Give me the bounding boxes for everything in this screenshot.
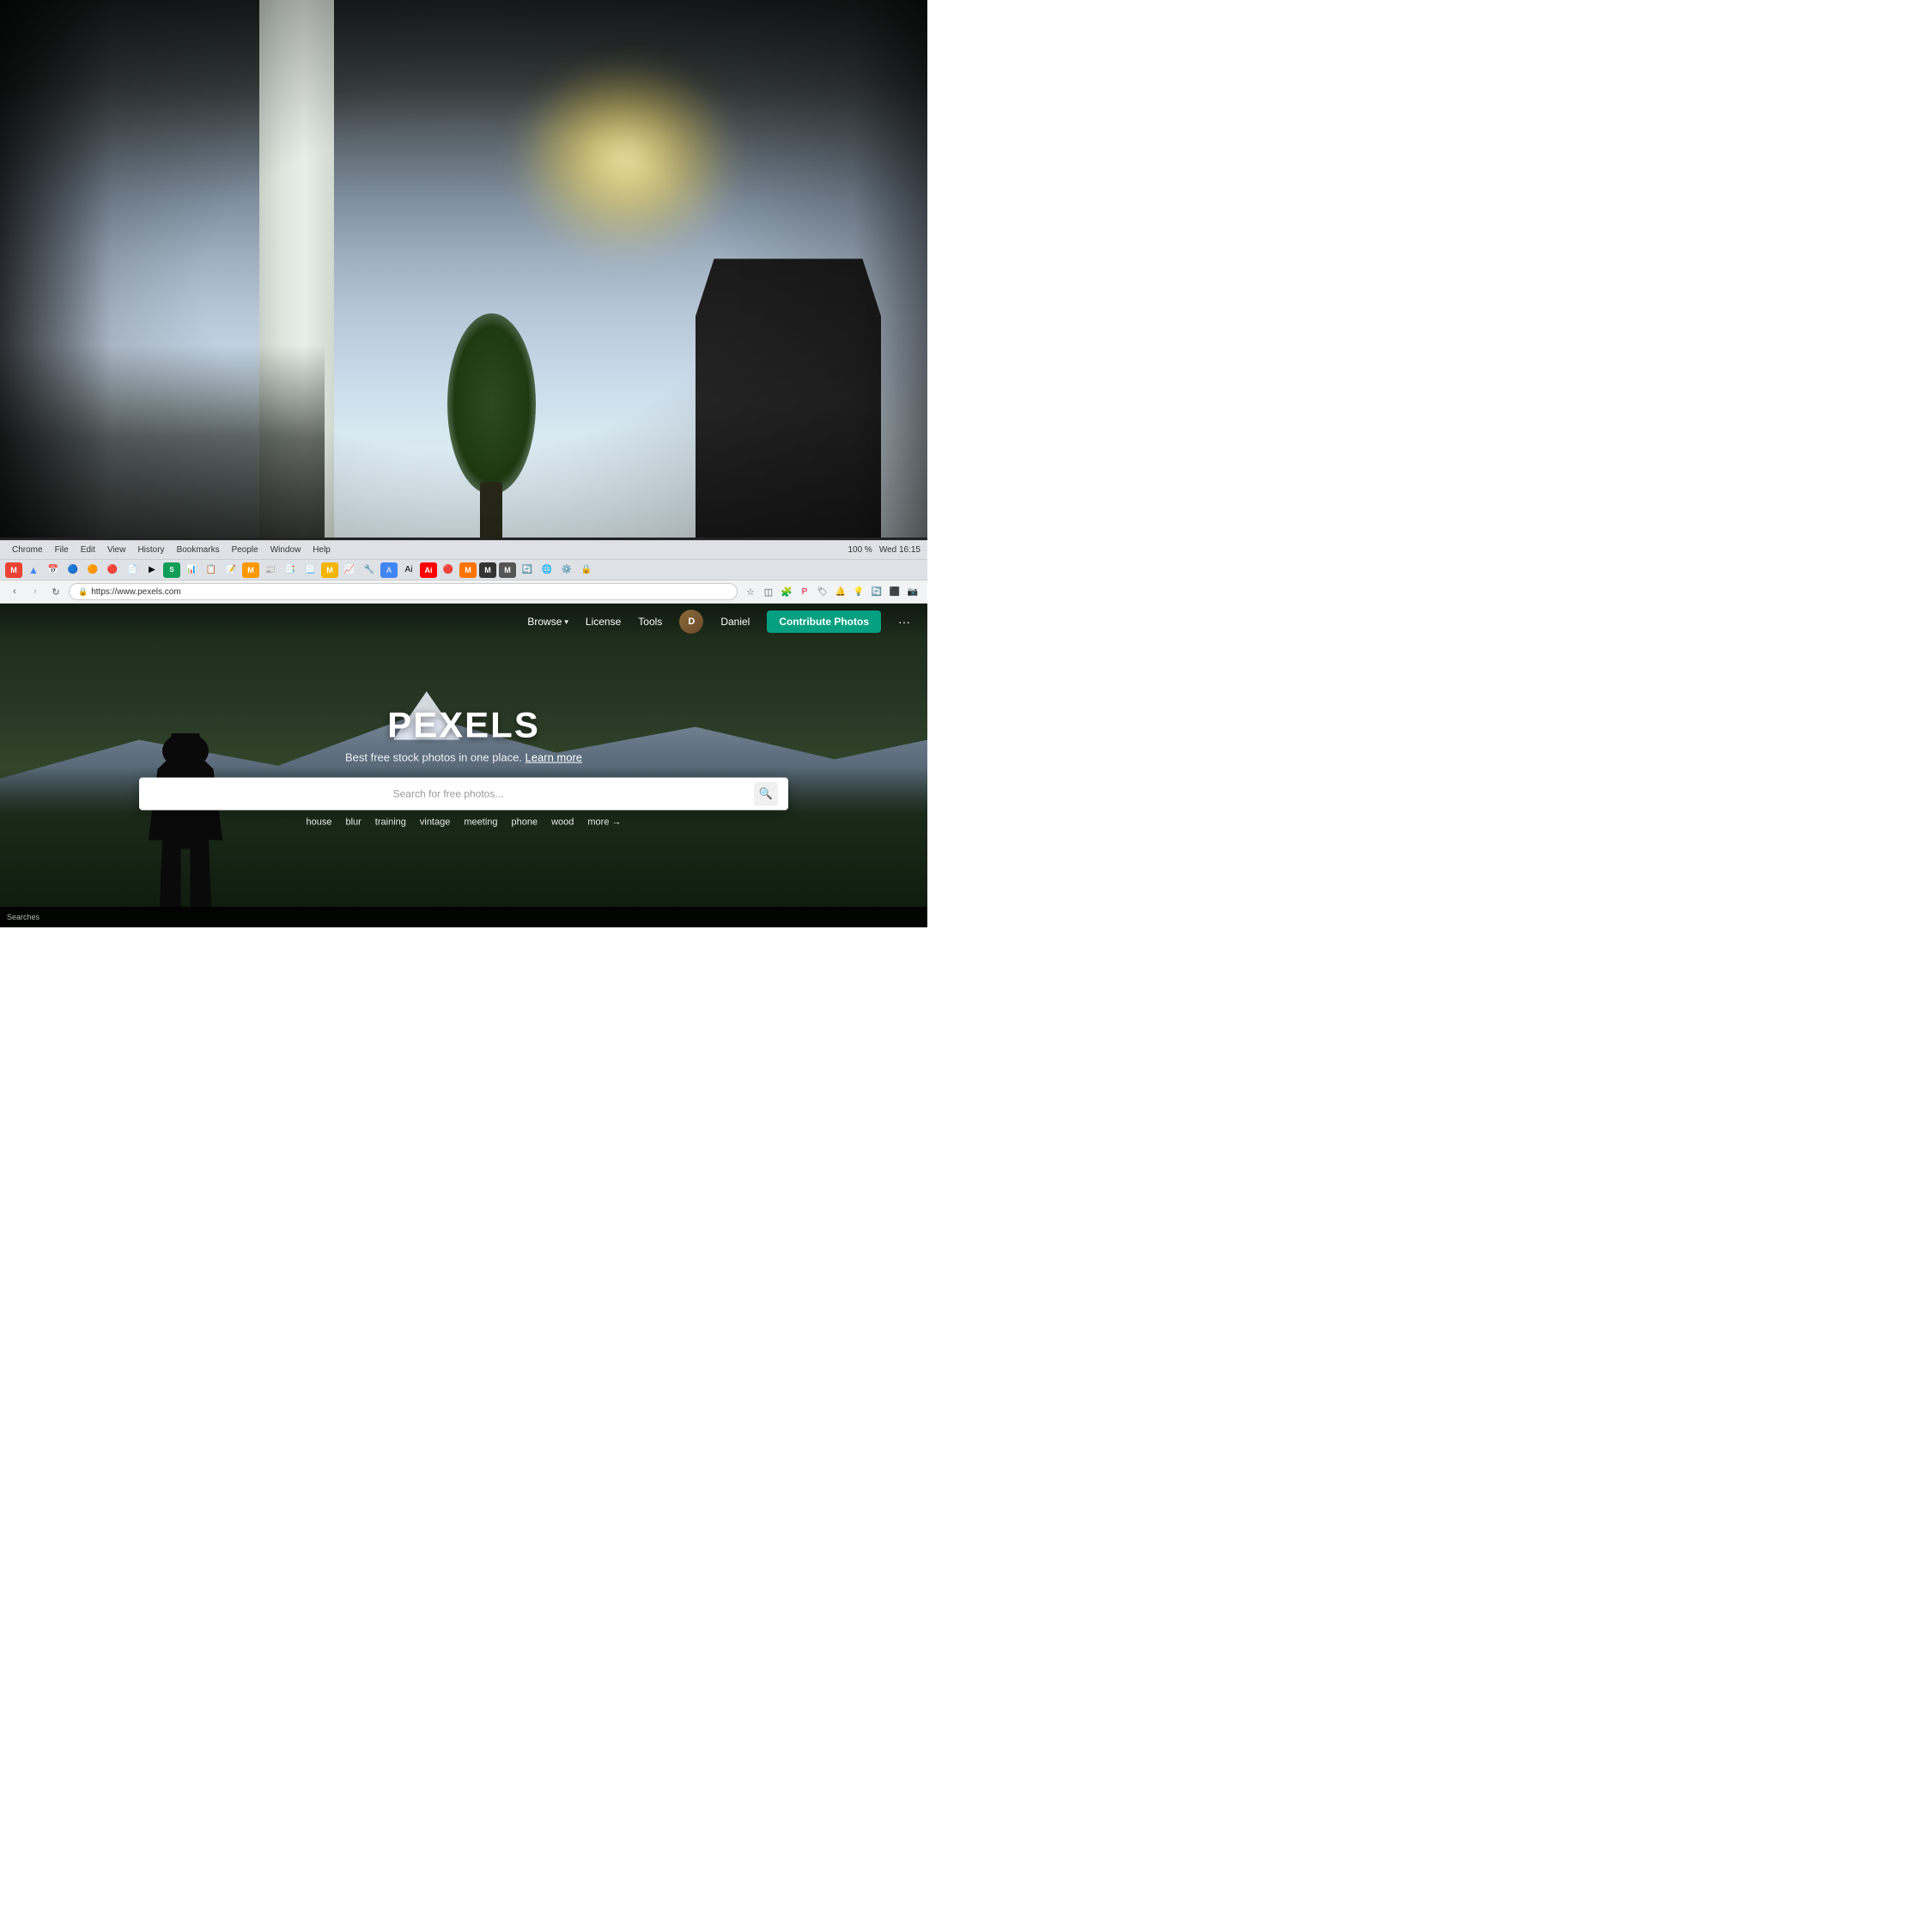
search-tag-training[interactable]: training xyxy=(375,817,406,827)
sunlight-glow xyxy=(510,58,742,258)
menu-edit[interactable]: Edit xyxy=(76,544,100,556)
ext-icon-27[interactable]: 🔒 xyxy=(578,562,595,578)
ext-icon-23[interactable]: M xyxy=(499,562,516,578)
contribute-photos-button[interactable]: Contribute Photos xyxy=(767,611,881,633)
ext-addr-5[interactable]: ⬛ xyxy=(887,584,902,599)
ext-icon-1[interactable]: 🔵 xyxy=(64,562,82,578)
address-text: https://www.pexels.com xyxy=(91,587,180,597)
ext-icon-11[interactable]: 📰 xyxy=(262,562,279,578)
system-icons-bar: M ▲ 📅 🔵 🟠 🔴 📄 ▶ S 📊 📋 📝 M 📰 📑 📃 M 📈 🔧 A … xyxy=(0,559,927,580)
search-tag-house[interactable]: house xyxy=(306,817,331,827)
search-tag-meeting[interactable]: meeting xyxy=(464,817,497,827)
pexels-logo: PEXELS xyxy=(139,704,788,745)
menu-chrome[interactable]: Chrome xyxy=(7,544,48,556)
ext-icon-10[interactable]: M xyxy=(242,562,259,578)
pexels-content: Browse License Tools D Daniel Contribute… xyxy=(0,604,927,927)
search-submit-button[interactable]: 🔍 xyxy=(754,781,778,805)
menu-file[interactable]: File xyxy=(50,544,74,556)
ext-icon-6[interactable]: S xyxy=(163,562,180,578)
bottom-bar-text: Searches xyxy=(7,913,39,921)
plant-decoration xyxy=(436,288,548,546)
user-avatar[interactable]: D xyxy=(679,610,703,634)
menu-view[interactable]: View xyxy=(102,544,131,556)
macos-menu-bar: Chrome File Edit View History Bookmarks … xyxy=(0,540,927,559)
ext-icon-3[interactable]: 🔴 xyxy=(104,562,121,578)
ext-addr-2[interactable]: 🔔 xyxy=(833,584,848,599)
hero-subtitle: Best free stock photos in one place. Lea… xyxy=(139,750,788,763)
ext-icon-20[interactable]: 🔴 xyxy=(440,562,457,578)
search-tag-blur[interactable]: blur xyxy=(345,817,361,827)
search-tag-wood[interactable]: wood xyxy=(551,817,574,827)
ext-icon-17[interactable]: A xyxy=(380,562,398,578)
back-button[interactable]: ‹ xyxy=(7,584,22,599)
address-right-icons: ☆ ◫ 🧩 P 🏷 🔔 💡 🔄 ⬛ 📷 xyxy=(743,584,920,599)
forward-button[interactable]: › xyxy=(27,584,43,599)
ext-icon-19[interactable]: Ai xyxy=(420,562,437,578)
pexels-navbar: Browse License Tools D Daniel Contribute… xyxy=(0,604,927,640)
bookmark-icon[interactable]: ☆ xyxy=(743,584,758,599)
menu-bookmarks[interactable]: Bookmarks xyxy=(172,544,225,556)
pinterest-icon[interactable]: P xyxy=(797,584,812,599)
gmail-icon[interactable]: M xyxy=(5,562,22,578)
bottom-bar: Searches xyxy=(0,907,927,927)
ext-icon-8[interactable]: 📋 xyxy=(203,562,220,578)
menu-status-area: 100 % Wed 16:15 xyxy=(848,545,920,555)
address-input[interactable]: 🔒 https://www.pexels.com xyxy=(69,583,738,600)
menu-people[interactable]: People xyxy=(227,544,264,556)
menu-history[interactable]: History xyxy=(132,544,169,556)
license-nav-link[interactable]: License xyxy=(586,616,621,628)
learn-more-link[interactable]: Learn more xyxy=(526,750,582,763)
ext-icon-5[interactable]: ▶ xyxy=(143,562,161,578)
nav-username: Daniel xyxy=(720,616,750,628)
search-tag-vintage[interactable]: vintage xyxy=(420,817,450,827)
datetime: Wed 16:15 xyxy=(879,545,920,555)
calendar-icon[interactable]: 📅 xyxy=(45,562,62,578)
ext-icon-18[interactable]: Ai xyxy=(400,562,417,578)
tools-nav-link[interactable]: Tools xyxy=(638,616,662,628)
browse-nav-link[interactable]: Browse xyxy=(527,616,568,628)
monitor-bezel: Chrome File Edit View History Bookmarks … xyxy=(0,538,927,927)
ext-icon-12[interactable]: 📑 xyxy=(282,562,299,578)
menu-help[interactable]: Help xyxy=(307,544,336,556)
ext-icon-26[interactable]: ⚙️ xyxy=(558,562,575,578)
ext-icon-21[interactable]: M xyxy=(459,562,477,578)
ext-icon-2[interactable]: 🟠 xyxy=(84,562,101,578)
secure-icon: 🔒 xyxy=(78,587,88,597)
ext-icon-7[interactable]: 📊 xyxy=(183,562,200,578)
ext-icon-22[interactable]: M xyxy=(479,562,496,578)
drive-icon[interactable]: ▲ xyxy=(25,562,42,578)
hero-content: PEXELS Best free stock photos in one pla… xyxy=(139,704,788,827)
address-bar-row: ‹ › ↻ 🔒 https://www.pexels.com ☆ ◫ 🧩 P 🏷… xyxy=(0,580,927,604)
refresh-button[interactable]: ↻ xyxy=(48,584,64,599)
search-tags: house blur training vintage meeting phon… xyxy=(139,817,788,827)
battery-percent: 100 % xyxy=(848,545,872,555)
ext-addr-3[interactable]: 💡 xyxy=(851,584,866,599)
menu-window[interactable]: Window xyxy=(265,544,307,556)
ext-icon-4[interactable]: 📄 xyxy=(124,562,141,578)
search-placeholder: Search for free photos... xyxy=(149,787,747,799)
search-bar[interactable]: Search for free photos... 🔍 xyxy=(139,777,788,810)
monitor-wrapper: Chrome File Edit View History Bookmarks … xyxy=(0,538,927,927)
ext-icon-15[interactable]: 📈 xyxy=(341,562,358,578)
ext-addr-4[interactable]: 🔄 xyxy=(869,584,884,599)
ext-icon-9[interactable]: 📝 xyxy=(222,562,240,578)
pexels-hero: Browse License Tools D Daniel Contribute… xyxy=(0,604,927,927)
reading-mode-icon[interactable]: ◫ xyxy=(761,584,776,599)
ext-icon-16[interactable]: 🔧 xyxy=(361,562,378,578)
search-tag-phone[interactable]: phone xyxy=(512,817,538,827)
extensions-icon[interactable]: 🧩 xyxy=(779,584,794,599)
nav-more-button[interactable]: ··· xyxy=(898,615,910,629)
ext-icon-13[interactable]: 📃 xyxy=(301,562,319,578)
ext-addr-1[interactable]: 🏷 xyxy=(815,584,830,599)
ext-icon-25[interactable]: 🌐 xyxy=(538,562,556,578)
dark-right-edge xyxy=(854,0,927,575)
ext-icon-14[interactable]: M xyxy=(321,562,338,578)
dark-left-edge xyxy=(0,0,112,575)
instagram-icon[interactable]: 📷 xyxy=(905,584,920,599)
ext-icon-24[interactable]: 🔄 xyxy=(519,562,536,578)
search-tag-more[interactable]: more → xyxy=(587,817,621,827)
office-background xyxy=(0,0,927,575)
